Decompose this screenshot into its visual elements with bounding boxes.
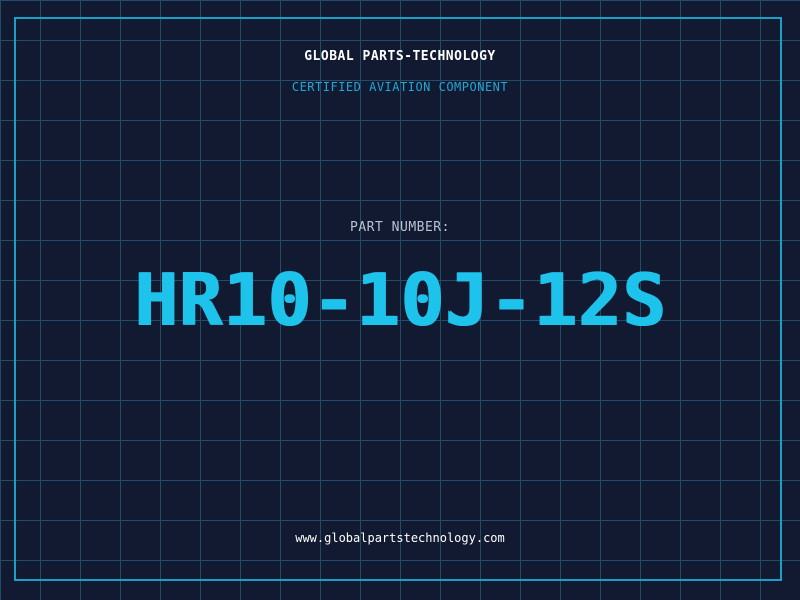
part-number-value: HR10-10J-12S bbox=[133, 258, 667, 342]
certification-subtitle: CERTIFIED AVIATION COMPONENT bbox=[291, 80, 509, 94]
part-number-label: PART NUMBER: bbox=[350, 220, 450, 235]
company-name: GLOBAL PARTS-TECHNOLOGY bbox=[304, 49, 496, 64]
website-link[interactable]: www.globalpartstechnology.com bbox=[0, 531, 800, 545]
